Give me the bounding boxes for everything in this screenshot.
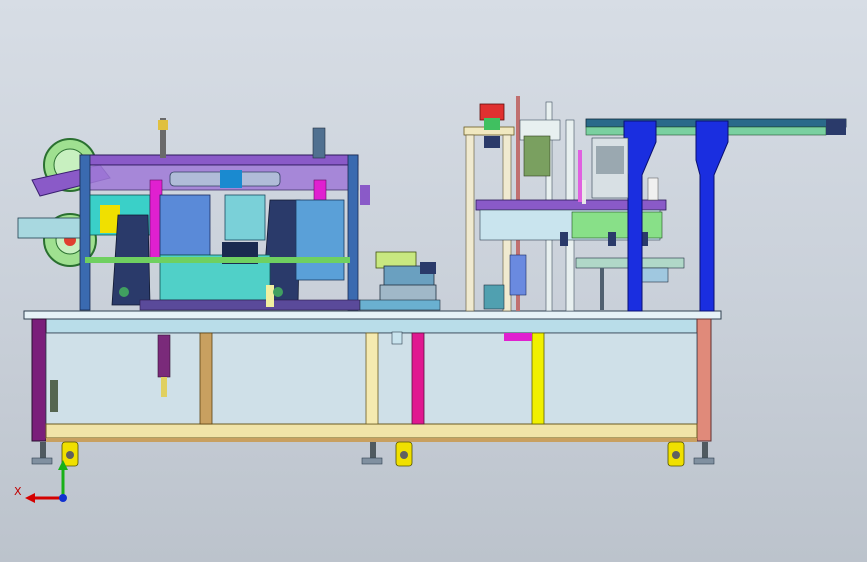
middle-feeder-station [359, 251, 441, 311]
machine-table-frame [23, 310, 722, 442]
casters-and-feet [31, 441, 715, 467]
cad-viewport[interactable]: X [0, 0, 867, 562]
left-station-module [17, 118, 370, 311]
x-axis-label: X [14, 485, 22, 498]
machine-assembly-drawing[interactable] [0, 0, 867, 562]
axis-triad [25, 460, 68, 503]
